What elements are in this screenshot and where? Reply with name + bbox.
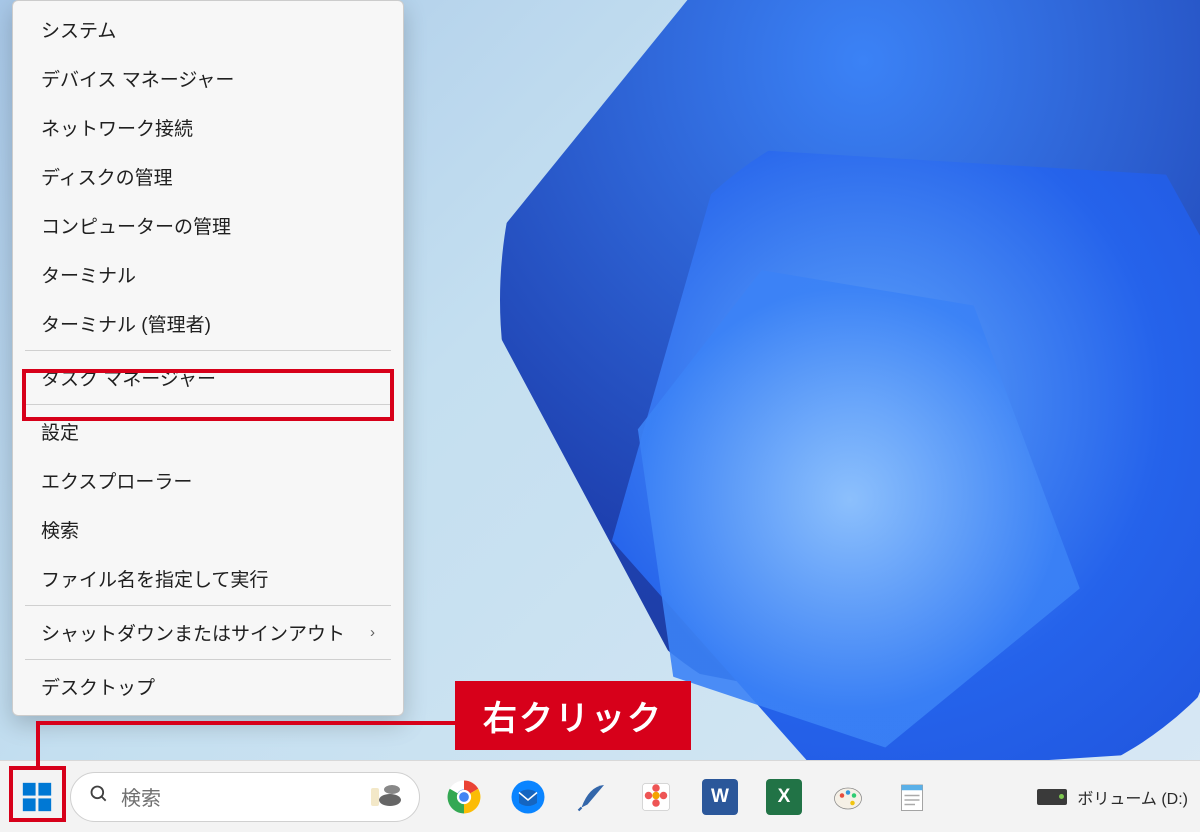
menu-separator xyxy=(25,659,391,660)
search-icon xyxy=(89,784,109,809)
taskbar-app-notepad[interactable] xyxy=(888,773,936,821)
drive-icon xyxy=(1037,789,1067,805)
menu-item-label: タスク マネージャー xyxy=(41,364,216,391)
flower-icon xyxy=(638,779,674,815)
menu-item-label: システム xyxy=(41,16,116,43)
start-context-menu: システムデバイス マネージャーネットワーク接続ディスクの管理コンピューターの管理… xyxy=(12,0,404,716)
menu-item[interactable]: 設定 xyxy=(13,407,403,456)
paint-icon xyxy=(830,779,866,815)
taskbar-app-excel[interactable]: X xyxy=(760,773,808,821)
chrome-icon xyxy=(446,779,482,815)
menu-item-label: シャットダウンまたはサインアウト xyxy=(41,619,345,646)
taskbar-app-chrome[interactable] xyxy=(440,773,488,821)
chevron-right-icon: › xyxy=(370,624,375,641)
taskbar-app-paint[interactable] xyxy=(824,773,872,821)
taskbar-pinned-apps: WX xyxy=(440,773,936,821)
menu-item-label: デスクトップ xyxy=(41,673,155,700)
menu-item[interactable]: ターミナル (管理者) xyxy=(13,299,403,348)
menu-item-label: エクスプローラー xyxy=(41,467,192,494)
search-placeholder: 検索 xyxy=(121,782,359,811)
menu-item-label: 検索 xyxy=(41,516,79,543)
menu-item[interactable]: ディスクの管理 xyxy=(13,152,403,201)
menu-separator xyxy=(25,350,391,351)
quill-icon xyxy=(574,779,610,815)
menu-separator xyxy=(25,404,391,405)
menu-item-label: 設定 xyxy=(41,418,79,445)
menu-item-label: ターミナル (管理者) xyxy=(41,310,211,337)
annotation-callout: 右クリック xyxy=(455,681,691,750)
menu-item[interactable]: ターミナル xyxy=(13,250,403,299)
menu-item[interactable]: デバイス マネージャー xyxy=(13,54,403,103)
menu-separator xyxy=(25,605,391,606)
taskbar-app-word[interactable]: W xyxy=(696,773,744,821)
taskbar-search[interactable]: 検索 xyxy=(70,772,420,822)
taskbar: 検索 WX ボリューム (D:) xyxy=(0,760,1200,832)
menu-item[interactable]: ファイル名を指定して実行 xyxy=(13,554,403,603)
windows-logo-icon xyxy=(20,780,54,814)
menu-item-label: ネットワーク接続 xyxy=(41,114,193,141)
menu-item-label: ファイル名を指定して実行 xyxy=(41,565,268,592)
menu-item[interactable]: 検索 xyxy=(13,505,403,554)
menu-item[interactable]: タスク マネージャー xyxy=(13,353,403,402)
menu-item-label: ディスクの管理 xyxy=(41,163,173,190)
menu-item[interactable]: コンピューターの管理 xyxy=(13,201,403,250)
drive-label: ボリューム (D:) xyxy=(1077,785,1188,809)
menu-item[interactable]: システム xyxy=(13,5,403,54)
menu-item[interactable]: シャットダウンまたはサインアウト › xyxy=(13,608,403,657)
notepad-icon xyxy=(894,779,930,815)
taskbar-app-flower[interactable] xyxy=(632,773,680,821)
menu-item-label: ターミナル xyxy=(41,261,136,288)
system-tray[interactable]: ボリューム (D:) xyxy=(1037,785,1188,809)
menu-item[interactable]: ネットワーク接続 xyxy=(13,103,403,152)
search-highlight-icon xyxy=(371,788,401,806)
taskbar-app-thunderbird[interactable] xyxy=(504,773,552,821)
menu-item[interactable]: デスクトップ xyxy=(13,662,403,711)
start-button[interactable] xyxy=(12,772,62,822)
menu-item[interactable]: エクスプローラー xyxy=(13,456,403,505)
menu-item-label: コンピューターの管理 xyxy=(41,212,231,239)
menu-item-label: デバイス マネージャー xyxy=(41,65,234,92)
thunderbird-icon xyxy=(510,779,546,815)
taskbar-app-quill[interactable] xyxy=(568,773,616,821)
